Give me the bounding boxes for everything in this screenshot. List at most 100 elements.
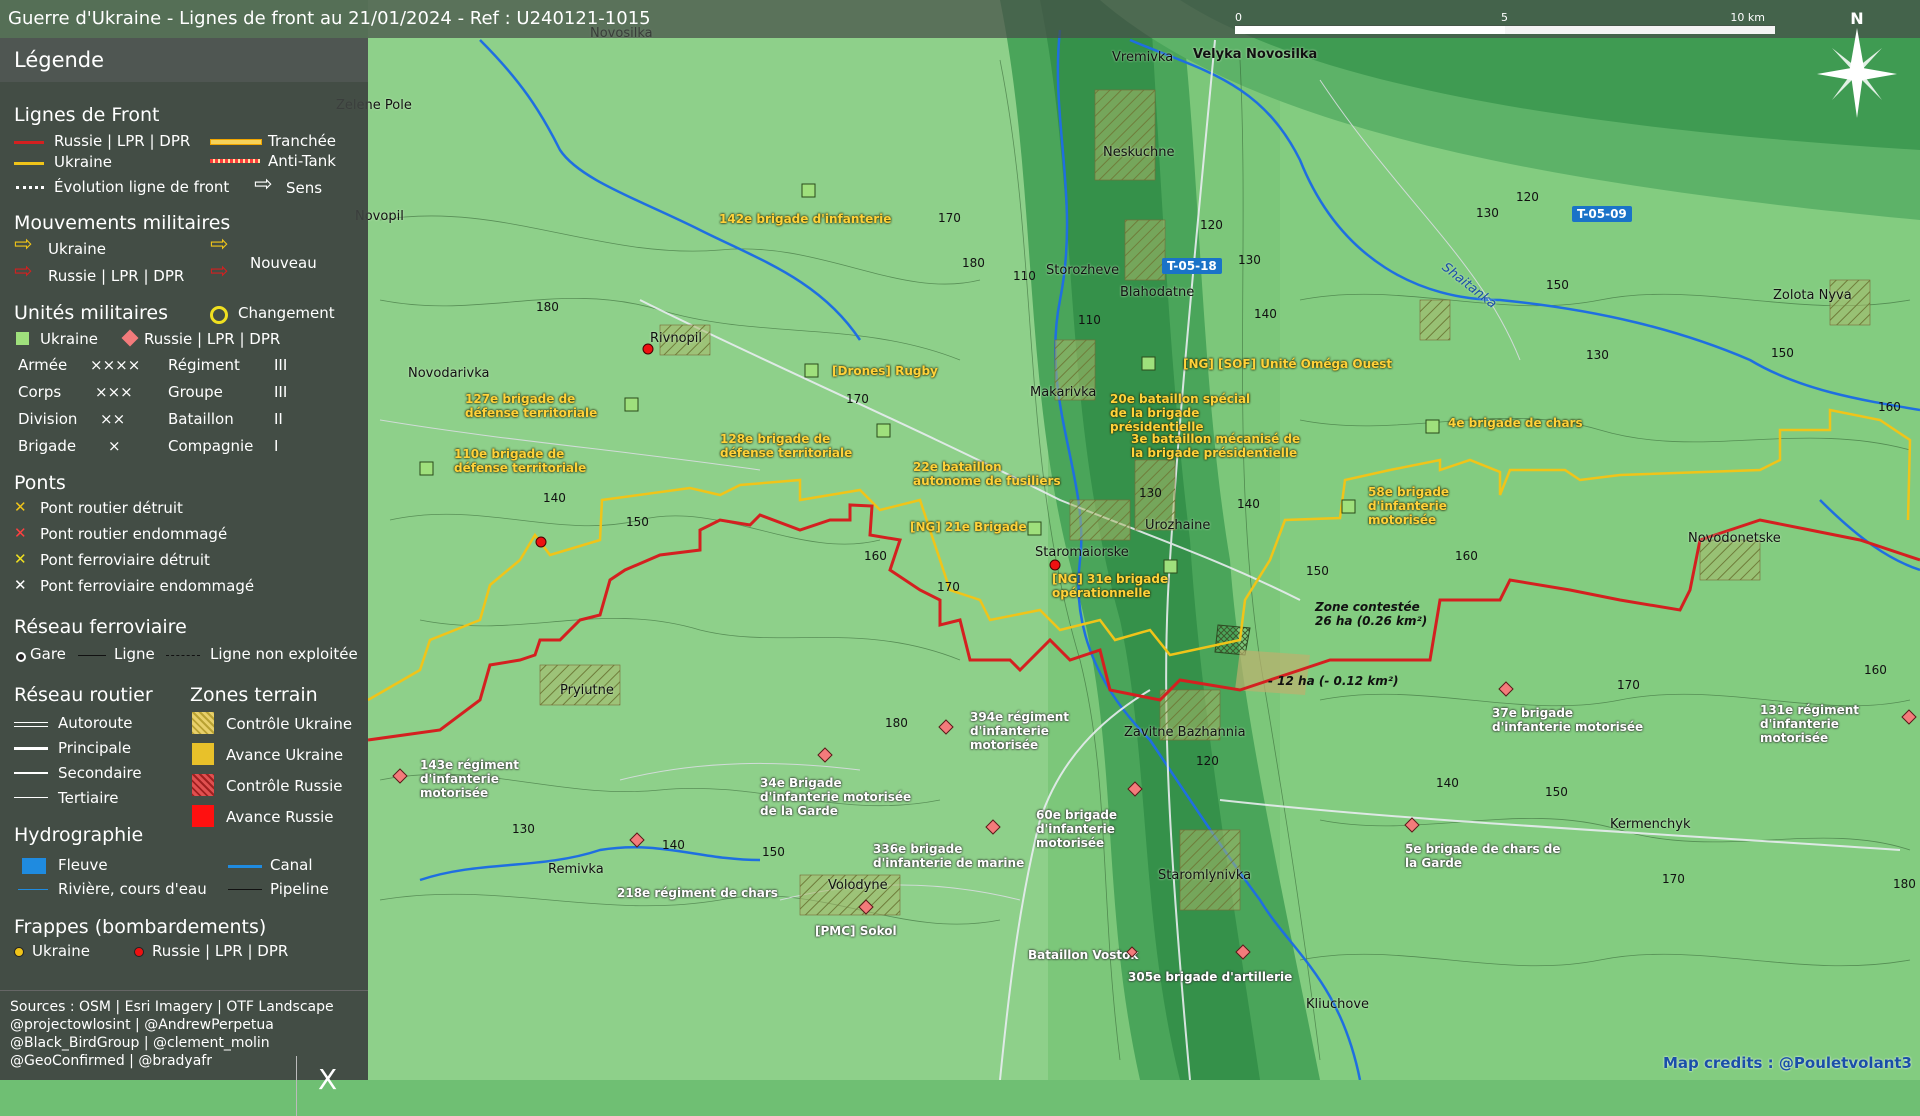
altitude-label: 120	[1516, 190, 1539, 204]
unit-size-symbol: ×	[108, 437, 121, 455]
place-label: Staromlynivka	[1158, 868, 1252, 883]
ukraine-strike-icon	[14, 947, 24, 957]
ukraine-unit-label: 3e bataillon mécanisé de la brigade prés…	[1131, 432, 1301, 460]
russia-line-swatch	[14, 141, 44, 144]
russia-unit-label: 34e Brigade d'infanterie motorisée de la…	[760, 776, 912, 818]
altitude-label: 130	[1476, 206, 1499, 220]
station-icon	[16, 652, 26, 662]
altitude-label: 170	[1617, 678, 1640, 692]
ukraine-unit-label: [NG] [SOF] Unité Oméga Ouest	[1183, 357, 1393, 371]
place-label: Velyka Novosilka	[1193, 47, 1318, 62]
russia-unit-label: 336e brigade d'infanterie de marine	[873, 842, 1025, 870]
legend-road-item: Autoroute	[58, 714, 133, 732]
road-badge: T-05-09	[1572, 206, 1632, 222]
place-label: Remivka	[548, 862, 604, 877]
legend-hydro-heading: Hydrographie	[14, 824, 144, 846]
legend-rail-station: Gare	[30, 645, 66, 663]
place-label: Staromaiorske	[1035, 545, 1129, 560]
altitude-label: 140	[1237, 497, 1260, 511]
x-divider	[296, 1056, 297, 1116]
russia-unit-label: 305e brigade d'artillerie	[1128, 970, 1293, 984]
legend-zone-item: Contrôle Russie	[226, 777, 343, 795]
map-credits: Map credits : @Pouletvolant3	[1663, 1054, 1912, 1072]
russia-new-arrow-icon: ⇨	[210, 259, 229, 284]
altitude-label: 180	[536, 300, 559, 314]
altitude-label: 140	[1436, 776, 1459, 790]
legend-rail-unused: Ligne non exploitée	[210, 645, 358, 663]
canal-swatch	[228, 865, 262, 868]
ukraine-unit-label: 142e brigade d'infanterie	[719, 212, 892, 226]
legend-hydro-canal: Canal	[270, 856, 313, 874]
legend-roads-heading: Réseau routier	[14, 684, 153, 706]
altitude-label: 140	[543, 491, 566, 505]
unit-size-symbol: III	[274, 383, 288, 401]
direction-arrow-icon: ⇨	[254, 172, 273, 197]
russia-unit-label: 131e régiment d'infanterie motorisée	[1760, 703, 1860, 745]
russia-unit-label: 143e régiment d'infanterie motorisée	[420, 758, 520, 800]
legend-title: Légende	[14, 48, 105, 72]
legend-strikes-russia: Russie | LPR | DPR	[152, 942, 289, 960]
unit-size-label: Corps	[18, 383, 62, 401]
highway-swatch	[14, 722, 48, 727]
scale-label-0: 0	[1235, 11, 1242, 24]
zone-contested-area: 26 ha (0.26 km²)	[1315, 614, 1428, 628]
ukraine-unit-label: 22e bataillon autonome de fusiliers	[913, 460, 1061, 488]
source-line: @projectowlosint | @AndrewPerpetua	[10, 1017, 274, 1033]
rail-bridge-damaged-icon: ✕	[14, 576, 27, 594]
legend-units-russia: Russie | LPR | DPR	[144, 330, 281, 348]
legend-rail-line: Ligne	[114, 645, 155, 663]
place-label: Novodarivka	[408, 366, 490, 381]
legend-bridge-item: Pont ferroviaire détruit	[40, 551, 210, 569]
russia-unit-label: 5e brigade de chars de la Garde	[1405, 842, 1561, 870]
legend-strikes-ukraine: Ukraine	[32, 942, 90, 960]
legend-road-item: Secondaire	[58, 764, 142, 782]
legend-zone-item: Avance Ukraine	[226, 746, 344, 764]
legend-front-trench: Tranchée	[268, 132, 337, 150]
unit-size-symbol: III	[274, 356, 288, 374]
altitude-label: 130	[512, 822, 535, 836]
legend-units-heading: Unités militaires	[14, 302, 169, 324]
legend-front-evolution: Évolution ligne de front	[54, 178, 230, 196]
source-line: @Black_BirdGroup | @clement_molin	[10, 1035, 270, 1051]
legend-zones-heading: Zones terrain	[190, 684, 318, 706]
ukraine-unit-label: 58e brigade d'infanterie motorisée	[1368, 485, 1450, 527]
unit-size-symbol: ××××	[90, 356, 141, 374]
legend-movements-heading: Mouvements militaires	[14, 212, 231, 234]
tertiary-road-swatch	[14, 797, 48, 798]
ukraine-unit-label: 20e bataillon spécial de la brigade prés…	[1110, 392, 1251, 434]
legend-zone-item: Avance Russie	[226, 808, 334, 826]
russia-unit-swatch	[121, 329, 139, 347]
altitude-label: 130	[1139, 486, 1162, 500]
altitude-label: 150	[1545, 785, 1568, 799]
altitude-label: 160	[1864, 663, 1887, 677]
unit-size-symbol: I	[274, 437, 279, 455]
ukraine-line-swatch	[14, 162, 44, 165]
ukraine-arrow-icon: ⇨	[14, 232, 33, 257]
altitude-label: 180	[885, 716, 908, 730]
primary-road-swatch	[14, 747, 48, 750]
place-label: Rivnopil	[650, 331, 703, 346]
rail-bridge-destroyed-icon: ✕	[14, 550, 27, 568]
source-line: Sources : OSM | Esri Imagery | OTF Lands…	[10, 999, 334, 1015]
unit-size-symbol: II	[274, 410, 283, 428]
place-label: Blahodatne	[1120, 285, 1195, 300]
altitude-label: 150	[1546, 278, 1569, 292]
sources-divider	[0, 990, 368, 991]
altitude-label: 140	[1254, 307, 1277, 321]
ukraine-unit-label: 110e brigade de défense territoriale	[454, 447, 587, 475]
trench-swatch	[210, 139, 262, 145]
legend-hydro-pipeline: Pipeline	[270, 880, 329, 898]
altitude-label: 170	[938, 211, 961, 225]
legend-bridge-item: Pont ferroviaire endommagé	[40, 577, 255, 595]
altitude-label: 150	[1771, 346, 1794, 360]
ukraine-unit-label: [NG] 31e brigade opérationnelle	[1052, 572, 1169, 600]
ukraine-unit-swatch	[16, 332, 29, 345]
russia-unit-label: [PMC] Sokol	[815, 924, 897, 938]
russia-unit-label: 60e brigade d'infanterie motorisée	[1036, 808, 1118, 850]
russia-advance-swatch	[192, 805, 214, 827]
unit-size-label: Division	[18, 410, 78, 428]
unit-size-symbol: ××	[100, 410, 126, 428]
ukraine-new-arrow-icon: ⇨	[210, 232, 229, 257]
legend-header: Légende	[0, 38, 368, 82]
russia-arrow-icon: ⇨	[14, 259, 33, 284]
